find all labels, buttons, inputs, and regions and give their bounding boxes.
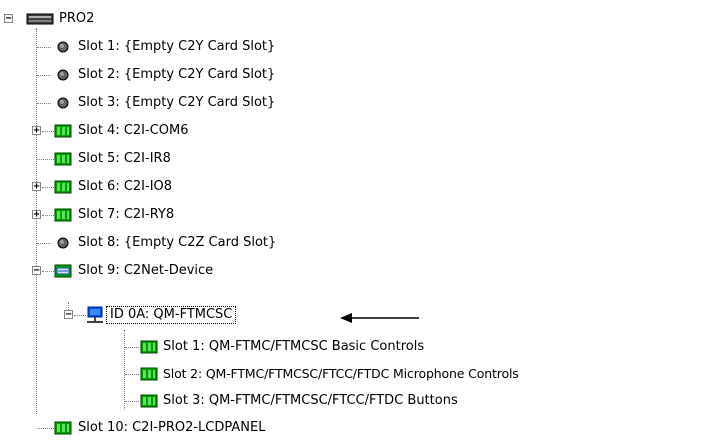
empty-slot-icon [57, 97, 69, 109]
tree-node-slot10[interactable]: Slot 10: C2I-PRO2-LCDPANEL [0, 418, 330, 440]
tree-node-label: Slot 1: QM-FTMC/FTMCSC Basic Controls [163, 339, 425, 354]
tree-node-pro2[interactable]: − PRO2 [0, 9, 120, 31]
expand-toggle[interactable]: + [32, 182, 41, 192]
tree-node-label: Slot 4: C2I-COM6 [78, 123, 189, 138]
tree-node-label: Slot 7: C2I-RY8 [78, 207, 175, 222]
tree-node-slot1[interactable]: Slot 1: {Empty C2Y Card Slot} [0, 37, 340, 59]
tree-node-label: Slot 3: {Empty C2Y Card Slot} [78, 95, 276, 110]
tree-node-child-slot1[interactable]: Slot 1: QM-FTMC/FTMCSC Basic Controls [0, 337, 560, 359]
empty-slot-icon [57, 41, 69, 53]
tree-node-label: Slot 6: C2I-IO8 [78, 179, 173, 194]
tree-node-slot6[interactable]: + Slot 6: C2I-IO8 [0, 177, 260, 199]
tree-node-slot7[interactable]: + Slot 7: C2I-RY8 [0, 205, 260, 227]
collapse-toggle[interactable]: − [64, 310, 73, 320]
tree-node-label: Slot 3: QM-FTMC/FTMCSC/FTCC/FTDC Buttons [163, 393, 458, 408]
card-icon [140, 367, 158, 381]
card-icon [140, 394, 158, 408]
card-icon [54, 208, 72, 222]
tree-node-label: Slot 10: C2I-PRO2-LCDPANEL [78, 420, 266, 435]
tree-node-slot8[interactable]: Slot 8: {Empty C2Z Card Slot} [0, 233, 340, 255]
tree-node-label: PRO2 [59, 11, 95, 26]
tree-node-child-slot3[interactable]: Slot 3: QM-FTMC/FTMCSC/FTCC/FTDC Buttons [0, 391, 620, 413]
tree-node-label: Slot 2: {Empty C2Y Card Slot} [78, 67, 276, 82]
network-device-icon [87, 306, 103, 323]
collapse-toggle[interactable]: − [4, 14, 13, 24]
network-card-icon [54, 264, 72, 278]
card-icon [54, 421, 72, 435]
arrow-left-icon [340, 313, 419, 323]
tree-node-label: Slot 5: C2I-IR8 [78, 151, 171, 166]
tree-node-slot9[interactable]: − Slot 9: C2Net-Device [0, 261, 280, 283]
card-icon [54, 124, 72, 138]
empty-slot-icon [57, 69, 69, 81]
tree-node-slot5[interactable]: Slot 5: C2I-IR8 [0, 149, 260, 171]
tree-node-label: Slot 9: C2Net-Device [78, 263, 214, 278]
empty-slot-icon [57, 237, 69, 249]
tree-node-child-slot2[interactable]: Slot 2: QM-FTMC/FTMCSC/FTCC/FTDC Microph… [0, 364, 709, 386]
collapse-toggle[interactable]: − [32, 266, 41, 276]
tree-node-id0a[interactable]: − ID 0A: QM-FTMCSC [0, 305, 330, 327]
expand-toggle[interactable]: + [32, 210, 41, 220]
tree-node-label: ID 0A: QM-FTMCSC [105, 306, 237, 324]
tree-node-slot4[interactable]: + Slot 4: C2I-COM6 [0, 121, 260, 143]
tree-node-label: Slot 2: QM-FTMC/FTMCSC/FTCC/FTDC Microph… [163, 366, 519, 381]
tree-node-slot3[interactable]: Slot 3: {Empty C2Y Card Slot} [0, 93, 340, 115]
tree-node-label: Slot 1: {Empty C2Y Card Slot} [78, 39, 276, 54]
tree-node-label: Slot 8: {Empty C2Z Card Slot} [78, 235, 277, 250]
processor-icon [26, 13, 54, 25]
card-icon [140, 340, 158, 354]
card-icon [54, 180, 72, 194]
tree-node-slot2[interactable]: Slot 2: {Empty C2Y Card Slot} [0, 65, 340, 87]
expand-toggle[interactable]: + [32, 126, 41, 136]
device-tree: − PRO2 Slot 1: {Empty C2Y Card Slot} Slo… [0, 0, 709, 442]
card-icon [54, 152, 72, 166]
